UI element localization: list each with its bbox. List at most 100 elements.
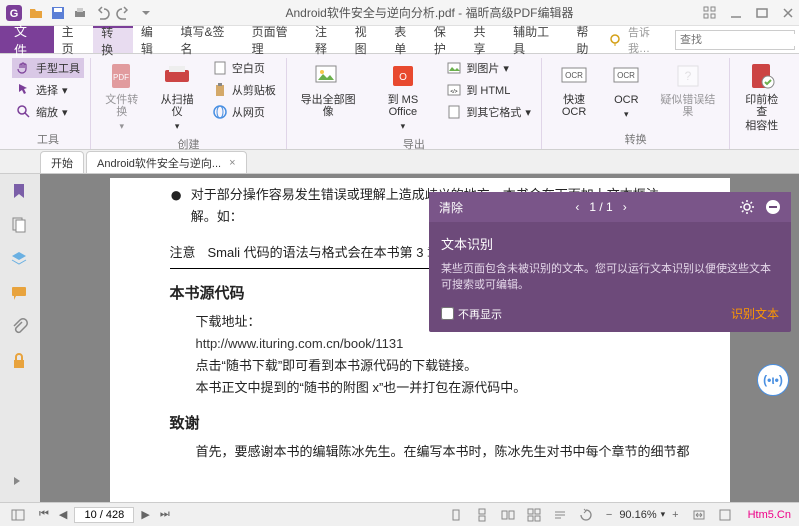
tab-edit[interactable]: 编辑 (133, 26, 173, 53)
zoom-in-icon[interactable]: + (669, 509, 681, 521)
close-icon[interactable] (781, 6, 795, 20)
to-office-button[interactable]: O到 MS Office▾ (369, 58, 436, 134)
zoom-out-icon[interactable]: − (603, 509, 615, 521)
comments-icon[interactable] (10, 284, 30, 304)
ribbon-group-label (736, 134, 787, 150)
suspect-results-button[interactable]: ?疑似错误结果 (652, 58, 723, 120)
prev-page-icon[interactable]: ◀ (56, 508, 70, 521)
fast-ocr-button[interactable]: OCR快速OCR (548, 58, 600, 120)
blank-page-button[interactable]: 空白页 (208, 58, 280, 78)
tab-share[interactable]: 共享 (466, 26, 506, 53)
tab-form[interactable]: 表单 (386, 26, 426, 53)
doc-tab-current[interactable]: Android软件安全与逆向...× (86, 151, 247, 173)
zoom-level[interactable]: 90.16% (619, 509, 656, 521)
security-icon[interactable] (10, 352, 30, 372)
tab-page-manage[interactable]: 页面管理 (244, 26, 307, 53)
search-input[interactable] (680, 34, 799, 46)
save-icon[interactable] (48, 3, 68, 23)
tell-me-text[interactable]: 告诉我… (628, 24, 669, 56)
bookmarks-icon[interactable] (10, 182, 30, 202)
preflight-button[interactable]: 印前检查相容性 (736, 58, 787, 134)
html-icon: </> (446, 82, 462, 98)
undo-icon[interactable] (92, 3, 112, 23)
ocr-next-icon[interactable]: › (623, 200, 627, 214)
tab-convert[interactable]: 转换 (93, 26, 133, 53)
assistant-float-button[interactable]: (•ι•) (757, 364, 789, 396)
blank-page-icon (212, 60, 228, 76)
tab-fill-sign[interactable]: 填写&签名 (173, 26, 244, 53)
next-page-icon[interactable]: ▶ (138, 508, 152, 521)
rotate-icon[interactable] (577, 506, 595, 524)
tab-help[interactable]: 帮助 (568, 26, 608, 53)
tab-home[interactable]: 主页 (54, 26, 94, 53)
tab-protect[interactable]: 保护 (426, 26, 466, 53)
page-navigation: ⏮ ◀ ▶ ⏭ (36, 507, 173, 523)
ocr-prev-icon[interactable]: ‹ (575, 200, 579, 214)
ocr-panel-desc: 某些页面包含未被识别的文本。您可以运行文本识别以便使这些文本可搜索或可编辑。 (441, 261, 779, 293)
source-url-link[interactable]: http://www.ituring.com.cn/book/1131 (196, 336, 404, 351)
minimize-icon[interactable] (729, 6, 743, 20)
to-html-button[interactable]: </>到 HTML (442, 80, 535, 100)
page-number-input[interactable] (74, 507, 134, 523)
menu-bar: 文件 主页 转换 编辑 填写&签名 页面管理 注释 视图 表单 保护 共享 辅助… (0, 26, 799, 54)
close-tab-icon[interactable]: × (229, 157, 235, 169)
to-other-button[interactable]: 到其它格式 ▾ (442, 102, 535, 122)
ribbon-group-preflight: 印前检查相容性 (730, 58, 793, 149)
app-icon[interactable]: G (4, 3, 24, 23)
hand-tool-button[interactable]: 手型工具 (12, 58, 84, 78)
view-cont-facing-icon[interactable] (525, 506, 543, 524)
export-images-button[interactable]: 导出全部图像 (293, 58, 364, 120)
reflow-icon[interactable] (551, 506, 569, 524)
fit-width-icon[interactable] (690, 506, 708, 524)
gear-icon[interactable] (739, 199, 755, 215)
from-clipboard-button[interactable]: 从剪贴板 (208, 80, 280, 100)
bullet-icon: ● (170, 184, 183, 206)
view-single-icon[interactable] (447, 506, 465, 524)
ribbon-toggle-icon[interactable] (703, 6, 717, 20)
pages-icon[interactable] (10, 216, 30, 236)
expand-sidebar-icon[interactable] (10, 474, 30, 494)
ocr-dont-show-checkbox[interactable]: 不再显示 (441, 306, 502, 322)
first-page-icon[interactable]: ⏮ (36, 508, 52, 521)
tab-annotate[interactable]: 注释 (307, 26, 347, 53)
from-web-button[interactable]: 从网页 (208, 102, 280, 122)
redo-icon[interactable] (114, 3, 134, 23)
sidebar (0, 174, 40, 502)
layers-icon[interactable] (10, 250, 30, 270)
bulb-icon[interactable] (608, 33, 622, 47)
qat-dropdown-icon[interactable] (136, 3, 156, 23)
ocr-icon: OCR (610, 60, 642, 92)
view-continuous-icon[interactable] (473, 506, 491, 524)
print-icon[interactable] (70, 3, 90, 23)
scanner-icon (161, 60, 193, 92)
ocr-button[interactable]: OCROCR▾ (606, 58, 646, 122)
fullscreen-icon[interactable] (716, 506, 734, 524)
attachments-icon[interactable] (10, 318, 30, 338)
maximize-icon[interactable] (755, 6, 769, 20)
to-image-button[interactable]: 到图片 ▾ (442, 58, 535, 78)
from-scanner-button[interactable]: 从扫描仪▾ (152, 58, 201, 134)
ocr-recognize-link[interactable]: 识别文本 (731, 305, 779, 322)
ocr-clear-button[interactable]: 清除 (439, 199, 463, 216)
view-facing-icon[interactable] (499, 506, 517, 524)
fast-ocr-icon: OCR (558, 60, 590, 92)
preflight-icon (746, 60, 778, 92)
tab-a11y[interactable]: 辅助工具 (505, 26, 568, 53)
doc-tab-start[interactable]: 开始 (40, 151, 84, 173)
tab-view[interactable]: 视图 (347, 26, 387, 53)
file-menu[interactable]: 文件 (0, 26, 54, 53)
zoom-tool-button[interactable]: 缩放 ▾ (12, 102, 84, 122)
heading-thanks: 致谢 (170, 413, 690, 435)
file-convert-button[interactable]: PDF文件转换▾ (97, 58, 146, 134)
select-tool-button[interactable]: 选择 ▾ (12, 80, 84, 100)
sidebar-toggle-icon[interactable] (8, 508, 28, 522)
ribbon-group-create: PDF文件转换▾ 从扫描仪▾ 空白页 从剪贴板 从网页 创建 (91, 58, 287, 149)
open-icon[interactable] (26, 3, 46, 23)
note-label: 注意 (170, 245, 196, 260)
page-viewport[interactable]: ●对于部分操作容易发生错误或理解上造成歧义的地方，本书会在下面加上文本框注解。如… (40, 174, 799, 502)
search-box[interactable] (675, 30, 795, 50)
last-page-icon[interactable]: ⏭ (157, 508, 173, 521)
body-text: 本书正文中提到的“随书的附图 x”也一并打包在源代码中。 (170, 377, 690, 399)
collapse-icon[interactable] (765, 199, 781, 215)
ribbon-group-tools: 手型工具 选择 ▾ 缩放 ▾ 工具 (6, 58, 91, 149)
